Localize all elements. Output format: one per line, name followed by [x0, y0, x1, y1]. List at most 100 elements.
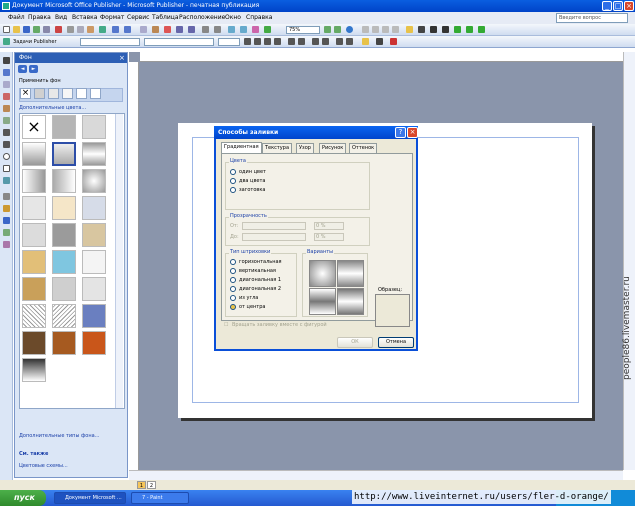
bring-forward-icon[interactable]: [176, 26, 183, 33]
tab-tint[interactable]: Оттенок: [349, 143, 378, 153]
hyperlink-icon[interactable]: [164, 26, 171, 33]
taskbar-item-paint[interactable]: 7 - Paint: [131, 492, 189, 504]
bullets-icon[interactable]: [298, 38, 305, 45]
menu-arrange[interactable]: Расположение: [179, 14, 225, 21]
save-icon[interactable]: [23, 26, 30, 33]
gallery-texture-sand[interactable]: [22, 250, 46, 274]
copy-icon[interactable]: [77, 26, 84, 33]
diagonal-1-radio[interactable]: [230, 277, 236, 283]
cancel-button[interactable]: Отмена: [378, 337, 414, 348]
print-icon[interactable]: [33, 26, 40, 33]
swatch-white[interactable]: [62, 88, 73, 99]
zoom-out-icon[interactable]: [324, 26, 331, 33]
color-schemes-link[interactable]: Цветовые схемы...: [19, 463, 68, 469]
from-corner-radio[interactable]: [230, 295, 236, 301]
font-color-icon[interactable]: [390, 38, 397, 45]
menu-window[interactable]: Окно: [225, 14, 241, 21]
horizontal-ruler[interactable]: [140, 52, 623, 62]
clip-art-icon[interactable]: [3, 117, 10, 124]
insert-table-icon[interactable]: [140, 26, 147, 33]
justify-icon[interactable]: [274, 38, 281, 45]
start-button[interactable]: пуск: [0, 490, 46, 506]
paste-icon[interactable]: [87, 26, 94, 33]
menu-tools[interactable]: Сервис: [127, 14, 149, 21]
help-search-input[interactable]: Введите вопрос: [556, 13, 628, 23]
autoshapes-icon[interactable]: [3, 177, 10, 184]
html-fragment-icon[interactable]: [3, 217, 10, 224]
from-center-radio[interactable]: [230, 304, 236, 310]
tab-pattern[interactable]: Узор: [296, 143, 314, 153]
redo-icon[interactable]: [124, 26, 131, 33]
numbering-icon[interactable]: [288, 38, 295, 45]
oval-tool-icon[interactable]: [3, 153, 10, 160]
page-2-button[interactable]: 2: [147, 481, 156, 489]
fill-bucket-icon[interactable]: [362, 38, 369, 45]
dialog-help-button[interactable]: ?: [395, 127, 406, 138]
table-frame-icon[interactable]: [3, 81, 10, 88]
columns-icon[interactable]: [228, 26, 235, 33]
open-icon[interactable]: [13, 26, 20, 33]
gallery-texture-stucco[interactable]: [22, 223, 46, 247]
align-right-icon[interactable]: [264, 38, 271, 45]
menu-insert[interactable]: Вставка: [72, 14, 97, 21]
gallery-picture-2[interactable]: [22, 331, 46, 355]
line-style-icon[interactable]: [362, 26, 369, 33]
shadow-style-icon[interactable]: [392, 26, 399, 33]
more-colors-link[interactable]: Дополнительные цвета...: [19, 105, 86, 111]
special-chars-icon[interactable]: [252, 26, 259, 33]
gallery-picture-1[interactable]: [82, 304, 106, 328]
send-backward-icon[interactable]: [188, 26, 195, 33]
gallery-no-fill[interactable]: ×: [22, 115, 46, 139]
style-select[interactable]: [80, 38, 140, 46]
ok-button[interactable]: ОК: [337, 337, 373, 348]
zoom-select[interactable]: 75%: [286, 26, 320, 34]
page-1-button[interactable]: 1: [137, 481, 146, 489]
form-control-icon[interactable]: [3, 205, 10, 212]
tab-texture[interactable]: Текстура: [262, 143, 293, 153]
gallery-solid-light[interactable]: [82, 115, 106, 139]
horizontal-scrollbar[interactable]: [129, 470, 623, 480]
one-color-radio[interactable]: [230, 169, 236, 175]
dash-icon[interactable]: [442, 26, 449, 33]
swatch-white2[interactable]: [76, 88, 87, 99]
taskpane-close-icon[interactable]: ×: [119, 54, 125, 62]
gallery-texture-gray[interactable]: [52, 277, 76, 301]
tab-picture[interactable]: Рисунок: [319, 143, 347, 153]
horizontal-radio[interactable]: [230, 259, 236, 265]
font-size-select[interactable]: [218, 38, 240, 46]
publisher-tasks-label[interactable]: Задачи Publisher: [13, 39, 57, 45]
picture-frame-icon[interactable]: [3, 105, 10, 112]
taskbar-item-publisher[interactable]: Документ Microsoft ...: [54, 492, 126, 504]
gallery-pattern-2[interactable]: [22, 304, 46, 328]
variant-4[interactable]: [337, 288, 364, 315]
dash-style-icon[interactable]: [372, 26, 379, 33]
preset-radio[interactable]: [230, 187, 236, 193]
undo-icon[interactable]: [112, 26, 119, 33]
from-slider[interactable]: [242, 222, 306, 230]
diagonal-2-radio[interactable]: [230, 286, 236, 292]
insert-picture-icon[interactable]: [152, 26, 159, 33]
font-size-down-icon[interactable]: [336, 38, 343, 45]
frame-icon[interactable]: [240, 26, 247, 33]
page-icon[interactable]: [3, 241, 10, 248]
select-tool-icon[interactable]: [3, 57, 10, 64]
gallery-gradient-6[interactable]: [82, 169, 106, 193]
no-fill-swatch[interactable]: ×: [20, 88, 31, 99]
line-color-icon[interactable]: [418, 26, 425, 33]
swatch-gray[interactable]: [34, 88, 45, 99]
menu-view[interactable]: Вид: [55, 14, 67, 21]
line-weight-icon[interactable]: [430, 26, 437, 33]
gallery-texture-white[interactable]: [82, 250, 106, 274]
arrow-tool-icon[interactable]: [3, 141, 10, 148]
gallery-gradient-1[interactable]: [22, 142, 46, 166]
gallery-texture-parchment[interactable]: [52, 196, 76, 220]
variant-1[interactable]: [309, 260, 336, 287]
gallery-picture-4[interactable]: [82, 331, 106, 355]
rotate-icon[interactable]: [214, 26, 221, 33]
gallery-solid-gray[interactable]: [52, 115, 76, 139]
align-left-icon[interactable]: [244, 38, 251, 45]
pilcrow-icon[interactable]: [264, 26, 271, 33]
gallery-gradient-3[interactable]: [82, 142, 106, 166]
gallery-pattern-3[interactable]: [52, 304, 76, 328]
maximize-button[interactable]: □: [613, 1, 623, 11]
